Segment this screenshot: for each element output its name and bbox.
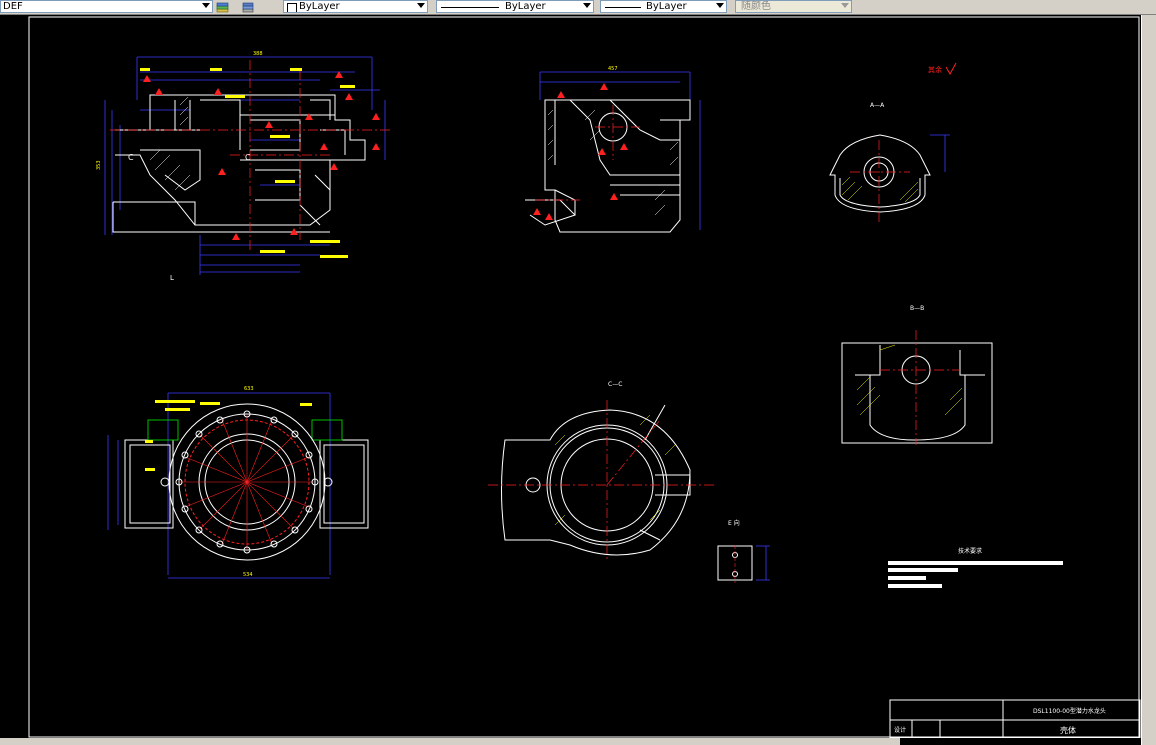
lineweight-combo-value: ByLayer: [646, 1, 687, 12]
color-combo-value: ByLayer: [299, 1, 340, 12]
linetype-preview: [441, 7, 499, 8]
front-section-view: 388 353 C C L: [96, 51, 390, 282]
lineweight-preview: [605, 7, 641, 8]
chevron-down-icon: [202, 3, 210, 8]
section-c-view: C—C: [488, 381, 715, 560]
side-view: 457: [525, 66, 701, 233]
layer-combo[interactable]: DEF: [0, 0, 213, 13]
dim-plan-top: 633: [244, 386, 254, 392]
part-name: 壳体: [1060, 725, 1076, 735]
designer-label: 设计: [894, 726, 906, 734]
chevron-down-icon: [716, 3, 724, 8]
section-cut-c-left: C: [128, 153, 134, 162]
linetype-combo-value: ByLayer: [505, 1, 546, 12]
chevron-down-icon: [841, 3, 849, 8]
dim-overall-width: 388: [253, 51, 263, 57]
drawing-number: DSL1100-00型潜力水龙头: [1033, 707, 1106, 715]
section-a-label: A—A: [870, 102, 885, 109]
drawing-frame: [28, 16, 1140, 738]
plotstyle-combo-value: 随颜色: [741, 1, 771, 12]
remaining-roughness-mark: 其余: [928, 65, 942, 74]
dim-height: 353: [96, 160, 102, 170]
layer-combo-value: DEF: [3, 1, 23, 12]
technical-requirements: 技术要求: [888, 547, 1063, 588]
linetype-combo[interactable]: ByLayer: [436, 0, 594, 13]
layer-previous-icon[interactable]: [241, 0, 255, 13]
dim-plan-bottom: 534: [243, 572, 253, 578]
section-c-label: C—C: [608, 381, 622, 388]
vertical-scrollbar[interactable]: [1141, 15, 1156, 745]
chevron-down-icon: [417, 3, 425, 8]
plotstyle-combo: 随颜色: [735, 0, 852, 13]
lineweight-combo[interactable]: ByLayer: [600, 0, 727, 13]
chevron-down-icon: [583, 3, 591, 8]
color-combo[interactable]: ByLayer: [283, 0, 428, 13]
view-e: E 向: [717, 519, 770, 583]
color-swatch: [287, 3, 297, 12]
view-label-l: L: [170, 274, 174, 282]
title-block: DSL1100-00型潜力水龙头 壳体 设计: [889, 699, 1141, 738]
section-cut-c-mid: C: [245, 153, 251, 162]
properties-toolbar: DEF ByLayer ByLayer ByLayer 随颜色: [0, 0, 1156, 15]
section-b-view: B—B: [841, 305, 993, 445]
plan-view: 633 534: [107, 386, 369, 579]
section-b-label: B—B: [910, 305, 924, 312]
section-a-view: A—A 其余: [829, 62, 957, 225]
drawing-canvas[interactable]: 388 353 C C L 457 A—A 其余 B—B 633 534 C—C…: [0, 15, 1141, 738]
view-e-label: E 向: [728, 519, 740, 527]
dim-side-width: 457: [608, 66, 618, 72]
make-layer-current-icon[interactable]: [216, 0, 230, 13]
tech-requirements-title: 技术要求: [958, 547, 982, 555]
layout-tabs-strip[interactable]: [0, 738, 900, 745]
